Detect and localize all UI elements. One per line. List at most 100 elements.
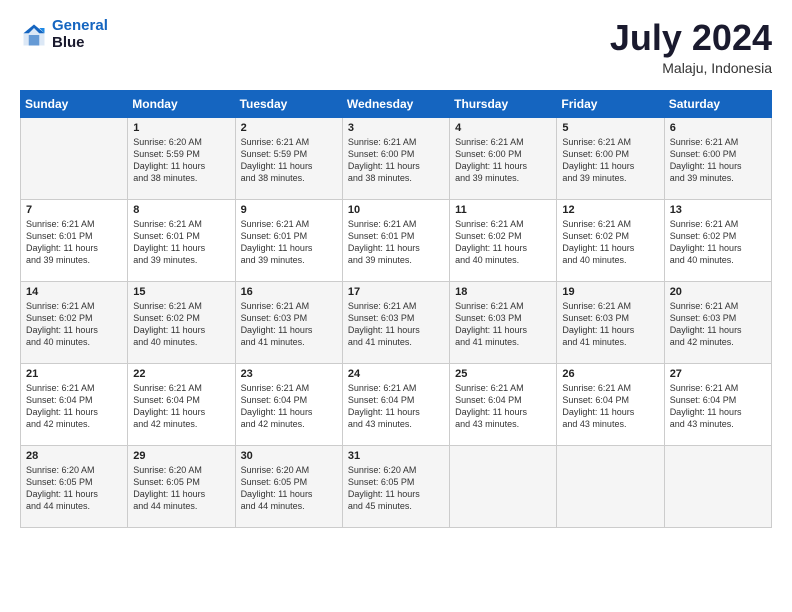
logo: GeneralBlue xyxy=(20,18,108,51)
day-number: 16 xyxy=(241,286,338,298)
col-tuesday: Tuesday xyxy=(235,90,342,117)
day-number: 24 xyxy=(348,368,445,380)
col-monday: Monday xyxy=(128,90,235,117)
table-row: 14 Sunrise: 6:21 AMSunset: 6:02 PMDayligh… xyxy=(21,281,128,363)
day-info: Sunrise: 6:21 AMSunset: 6:01 PMDaylight:… xyxy=(348,218,445,267)
day-number: 2 xyxy=(241,122,338,134)
table-row: 4Sunrise: 6:21 AMSunset: 6:00 PMDaylight… xyxy=(450,117,557,199)
day-info: Sunrise: 6:21 AMSunset: 6:04 PMDaylight:… xyxy=(26,382,123,431)
day-info: Sunrise: 6:21 AMSunset: 6:04 PMDaylight:… xyxy=(670,382,767,431)
day-info: Sunrise: 6:21 AMSunset: 6:02 PMDaylight:… xyxy=(26,300,123,349)
header: GeneralBlue July 2024 Malaju, Indonesia xyxy=(20,18,772,76)
table-row: 31 Sunrise: 6:20 AMSunset: 6:05 PMDayligh… xyxy=(342,445,449,527)
day-number: 29 xyxy=(133,450,230,462)
day-info: Sunrise: 6:21 AMSunset: 6:04 PMDaylight:… xyxy=(348,382,445,431)
table-row: 17Sunrise: 6:21 AMSunset: 6:03 PMDayligh… xyxy=(342,281,449,363)
table-row xyxy=(557,445,664,527)
day-number: 25 xyxy=(455,368,552,380)
day-info: Sunrise: 6:21 AMSunset: 6:03 PMDaylight:… xyxy=(455,300,552,349)
col-friday: Friday xyxy=(557,90,664,117)
month-title: July 2024 xyxy=(610,18,772,58)
day-info: Sunrise: 6:21 AMSunset: 6:03 PMDaylight:… xyxy=(670,300,767,349)
day-info: Sunrise: 6:21 AMSunset: 6:02 PMDaylight:… xyxy=(455,218,552,267)
table-row: 24 Sunrise: 6:21 AMSunset: 6:04 PMDayligh… xyxy=(342,363,449,445)
day-number: 15 xyxy=(133,286,230,298)
table-row: 1Sunrise: 6:20 AMSunset: 5:59 PMDaylight… xyxy=(128,117,235,199)
week-row-2: 7 Sunrise: 6:21 AMSunset: 6:01 PMDaylight… xyxy=(21,199,772,281)
day-info: Sunrise: 6:21 AMSunset: 6:03 PMDaylight:… xyxy=(241,300,338,349)
day-number: 4 xyxy=(455,122,552,134)
day-number: 17 xyxy=(348,286,445,298)
day-number: 22 xyxy=(133,368,230,380)
day-info: Sunrise: 6:21 AMSunset: 6:01 PMDaylight:… xyxy=(133,218,230,267)
day-info: Sunrise: 6:21 AMSunset: 5:59 PMDaylight:… xyxy=(241,136,338,185)
day-info: Sunrise: 6:20 AMSunset: 6:05 PMDaylight:… xyxy=(241,464,338,513)
table-row: 3Sunrise: 6:21 AMSunset: 6:00 PMDaylight… xyxy=(342,117,449,199)
day-info: Sunrise: 6:21 AMSunset: 6:03 PMDaylight:… xyxy=(562,300,659,349)
day-number: 19 xyxy=(562,286,659,298)
day-info: Sunrise: 6:21 AMSunset: 6:00 PMDaylight:… xyxy=(562,136,659,185)
day-number: 18 xyxy=(455,286,552,298)
table-row: 30 Sunrise: 6:20 AMSunset: 6:05 PMDayligh… xyxy=(235,445,342,527)
day-info: Sunrise: 6:21 AMSunset: 6:01 PMDaylight:… xyxy=(241,218,338,267)
header-row: Sunday Monday Tuesday Wednesday Thursday… xyxy=(21,90,772,117)
day-number: 23 xyxy=(241,368,338,380)
logo-text: GeneralBlue xyxy=(52,18,108,51)
table-row xyxy=(664,445,771,527)
table-row xyxy=(21,117,128,199)
day-number: 31 xyxy=(348,450,445,462)
day-number: 8 xyxy=(133,204,230,216)
day-number: 11 xyxy=(455,204,552,216)
day-info: Sunrise: 6:21 AMSunset: 6:04 PMDaylight:… xyxy=(133,382,230,431)
table-row: 29 Sunrise: 6:20 AMSunset: 6:05 PMDayligh… xyxy=(128,445,235,527)
table-row: 22 Sunrise: 6:21 AMSunset: 6:04 PMDayligh… xyxy=(128,363,235,445)
day-info: Sunrise: 6:21 AMSunset: 6:00 PMDaylight:… xyxy=(348,136,445,185)
location: Malaju, Indonesia xyxy=(610,60,772,76)
table-row: 21 Sunrise: 6:21 AMSunset: 6:04 PMDayligh… xyxy=(21,363,128,445)
table-row: 6 Sunrise: 6:21 AMSunset: 6:00 PMDaylight… xyxy=(664,117,771,199)
table-row: 15 Sunrise: 6:21 AMSunset: 6:02 PMDayligh… xyxy=(128,281,235,363)
table-row: 9 Sunrise: 6:21 AMSunset: 6:01 PMDaylight… xyxy=(235,199,342,281)
week-row-5: 28Sunrise: 6:20 AMSunset: 6:05 PMDayligh… xyxy=(21,445,772,527)
col-thursday: Thursday xyxy=(450,90,557,117)
day-info: Sunrise: 6:21 AMSunset: 6:00 PMDaylight:… xyxy=(670,136,767,185)
table-row: 7Sunrise: 6:21 AMSunset: 6:01 PMDaylight… xyxy=(21,199,128,281)
calendar-table: Sunday Monday Tuesday Wednesday Thursday… xyxy=(20,90,772,528)
table-row: 11 Sunrise: 6:21 AMSunset: 6:02 PMDayligh… xyxy=(450,199,557,281)
day-number: 9 xyxy=(241,204,338,216)
day-info: Sunrise: 6:20 AMSunset: 6:05 PMDaylight:… xyxy=(133,464,230,513)
day-number: 21 xyxy=(26,368,123,380)
day-number: 20 xyxy=(670,286,767,298)
day-number: 27 xyxy=(670,368,767,380)
table-row: 2 Sunrise: 6:21 AMSunset: 5:59 PMDaylight… xyxy=(235,117,342,199)
day-number: 5 xyxy=(562,122,659,134)
table-row: 18 Sunrise: 6:21 AMSunset: 6:03 PMDayligh… xyxy=(450,281,557,363)
table-row: 16 Sunrise: 6:21 AMSunset: 6:03 PMDayligh… xyxy=(235,281,342,363)
day-number: 12 xyxy=(562,204,659,216)
day-number: 1 xyxy=(133,122,230,134)
day-info: Sunrise: 6:21 AMSunset: 6:02 PMDaylight:… xyxy=(562,218,659,267)
table-row: 8 Sunrise: 6:21 AMSunset: 6:01 PMDaylight… xyxy=(128,199,235,281)
title-block: July 2024 Malaju, Indonesia xyxy=(610,18,772,76)
week-row-1: 1Sunrise: 6:20 AMSunset: 5:59 PMDaylight… xyxy=(21,117,772,199)
day-info: Sunrise: 6:21 AMSunset: 6:02 PMDaylight:… xyxy=(133,300,230,349)
day-info: Sunrise: 6:20 AMSunset: 6:05 PMDaylight:… xyxy=(348,464,445,513)
table-row: 27 Sunrise: 6:21 AMSunset: 6:04 PMDayligh… xyxy=(664,363,771,445)
day-info: Sunrise: 6:21 AMSunset: 6:04 PMDaylight:… xyxy=(455,382,552,431)
day-info: Sunrise: 6:21 AMSunset: 6:04 PMDaylight:… xyxy=(562,382,659,431)
day-info: Sunrise: 6:21 AMSunset: 6:04 PMDaylight:… xyxy=(241,382,338,431)
day-number: 13 xyxy=(670,204,767,216)
day-number: 7 xyxy=(26,204,123,216)
col-saturday: Saturday xyxy=(664,90,771,117)
table-row: 25 Sunrise: 6:21 AMSunset: 6:04 PMDayligh… xyxy=(450,363,557,445)
day-number: 6 xyxy=(670,122,767,134)
logo-icon xyxy=(20,21,48,49)
table-row: 13Sunrise: 6:21 AMSunset: 6:02 PMDayligh… xyxy=(664,199,771,281)
page: GeneralBlue July 2024 Malaju, Indonesia … xyxy=(0,0,792,612)
day-number: 30 xyxy=(241,450,338,462)
week-row-3: 14 Sunrise: 6:21 AMSunset: 6:02 PMDayligh… xyxy=(21,281,772,363)
table-row: 19 Sunrise: 6:21 AMSunset: 6:03 PMDayligh… xyxy=(557,281,664,363)
table-row: 23 Sunrise: 6:21 AMSunset: 6:04 PMDayligh… xyxy=(235,363,342,445)
day-number: 14 xyxy=(26,286,123,298)
day-info: Sunrise: 6:20 AMSunset: 6:05 PMDaylight:… xyxy=(26,464,123,513)
